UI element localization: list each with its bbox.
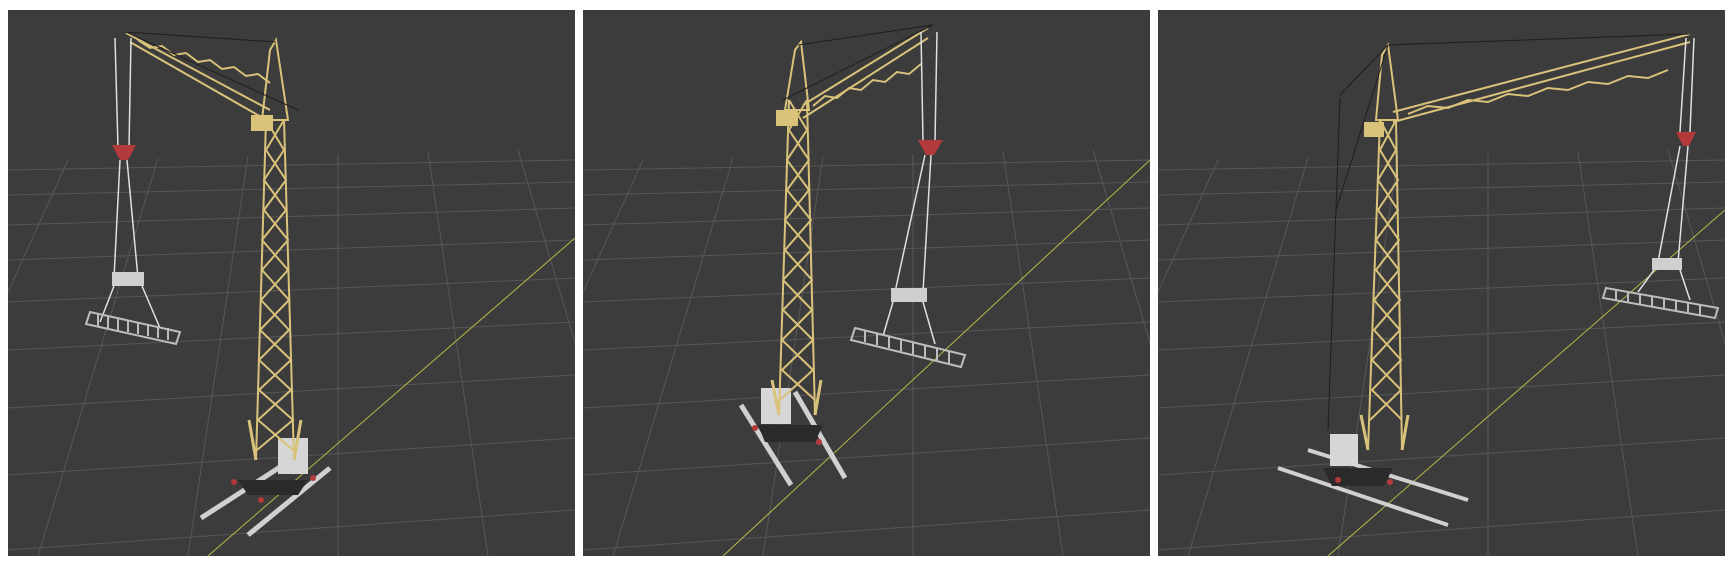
viewport-3[interactable]: [1158, 10, 1725, 556]
hook-block: [918, 140, 943, 155]
operator-cabin: [1364, 122, 1384, 137]
spreader-beam: [891, 288, 927, 302]
hook-block: [1676, 132, 1696, 146]
suspended-load-frame: [84, 310, 182, 346]
ground-grid: [1158, 149, 1725, 556]
hook-block: [112, 145, 136, 160]
spreader-beam: [1652, 258, 1682, 270]
operator-cabin: [776, 110, 798, 126]
crane-jib: [125, 32, 271, 123]
counterweight-block: [1330, 434, 1358, 466]
viewport-1-scene: [8, 31, 575, 556]
spreader-beam: [112, 272, 144, 286]
viewport-3-scene: [1158, 33, 1725, 556]
viewport-2[interactable]: [583, 10, 1150, 556]
viewport-2-scene: [583, 24, 1150, 556]
jib-pendant-lines: [125, 31, 299, 111]
crane-rails: [199, 457, 332, 537]
hoist-cables: [894, 31, 938, 293]
suspended-load-frame: [1601, 286, 1720, 320]
crane-jib: [1392, 33, 1691, 123]
ground-grid: [583, 149, 1150, 556]
viewport-1[interactable]: [8, 10, 575, 556]
